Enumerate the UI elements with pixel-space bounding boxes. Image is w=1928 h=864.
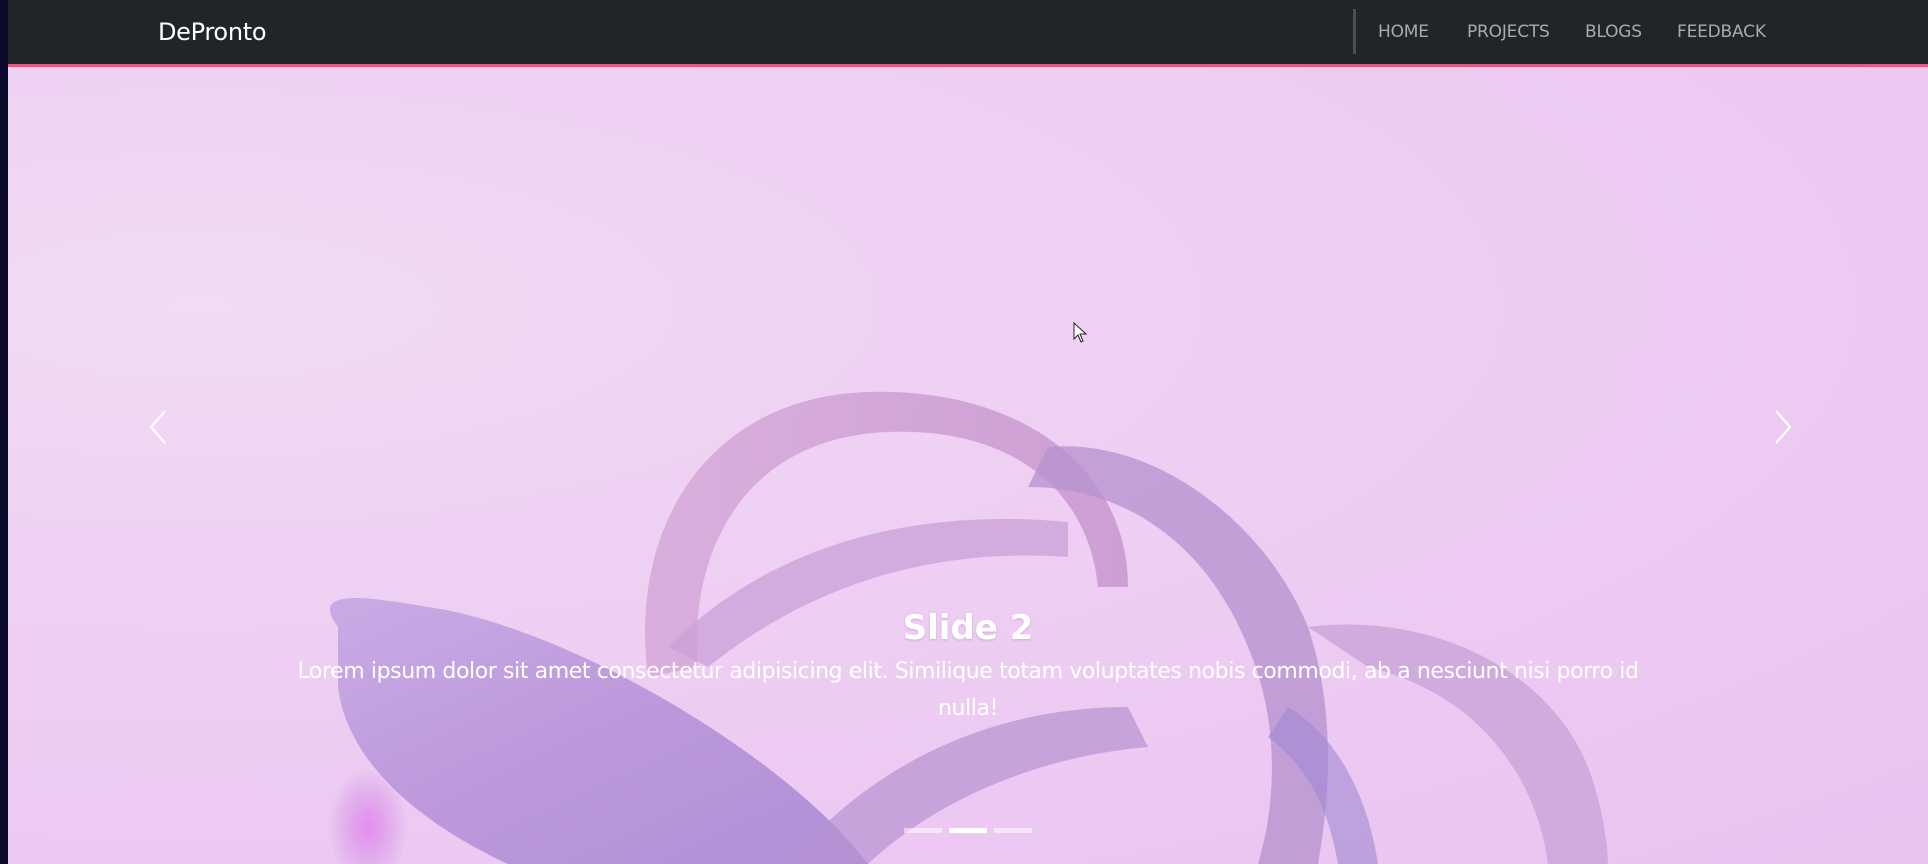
slide-caption: Slide 2 Lorem ipsum dolor sit amet conse…: [288, 607, 1648, 727]
slide-title: Slide 2: [902, 608, 1034, 648]
nav-link-home[interactable]: HOME: [1378, 21, 1429, 43]
chevron-left-icon: [149, 410, 166, 444]
indicator-slide-2[interactable]: [949, 828, 987, 833]
brand-logo[interactable]: DePronto: [158, 16, 267, 48]
mouse-cursor-icon: [1073, 322, 1088, 343]
slide-description: Lorem ipsum dolor sit amet consectetur a…: [297, 659, 1639, 721]
indicator-slide-1[interactable]: [904, 828, 942, 833]
carousel-next-button[interactable]: [1743, 387, 1823, 467]
indicator-slide-3[interactable]: [994, 828, 1032, 833]
nav-link-projects[interactable]: PROJECTS: [1467, 21, 1550, 43]
nav-link-feedback[interactable]: FEEDBACK: [1677, 21, 1766, 43]
navbar: DePronto HOME PROJECTS BLOGS FEEDBACK: [8, 0, 1928, 67]
carousel-prev-button[interactable]: [118, 387, 198, 467]
nav-divider: [1353, 9, 1356, 54]
page: DePronto HOME PROJECTS BLOGS FEEDBACK Sl…: [8, 0, 1928, 864]
chevron-right-icon: [1775, 410, 1792, 444]
nav-link-blogs[interactable]: BLOGS: [1585, 21, 1642, 43]
carousel-indicators: [8, 828, 1928, 833]
slide-background-image: [328, 391, 1608, 864]
hero-carousel: Slide 2 Lorem ipsum dolor sit amet conse…: [8, 67, 1928, 864]
